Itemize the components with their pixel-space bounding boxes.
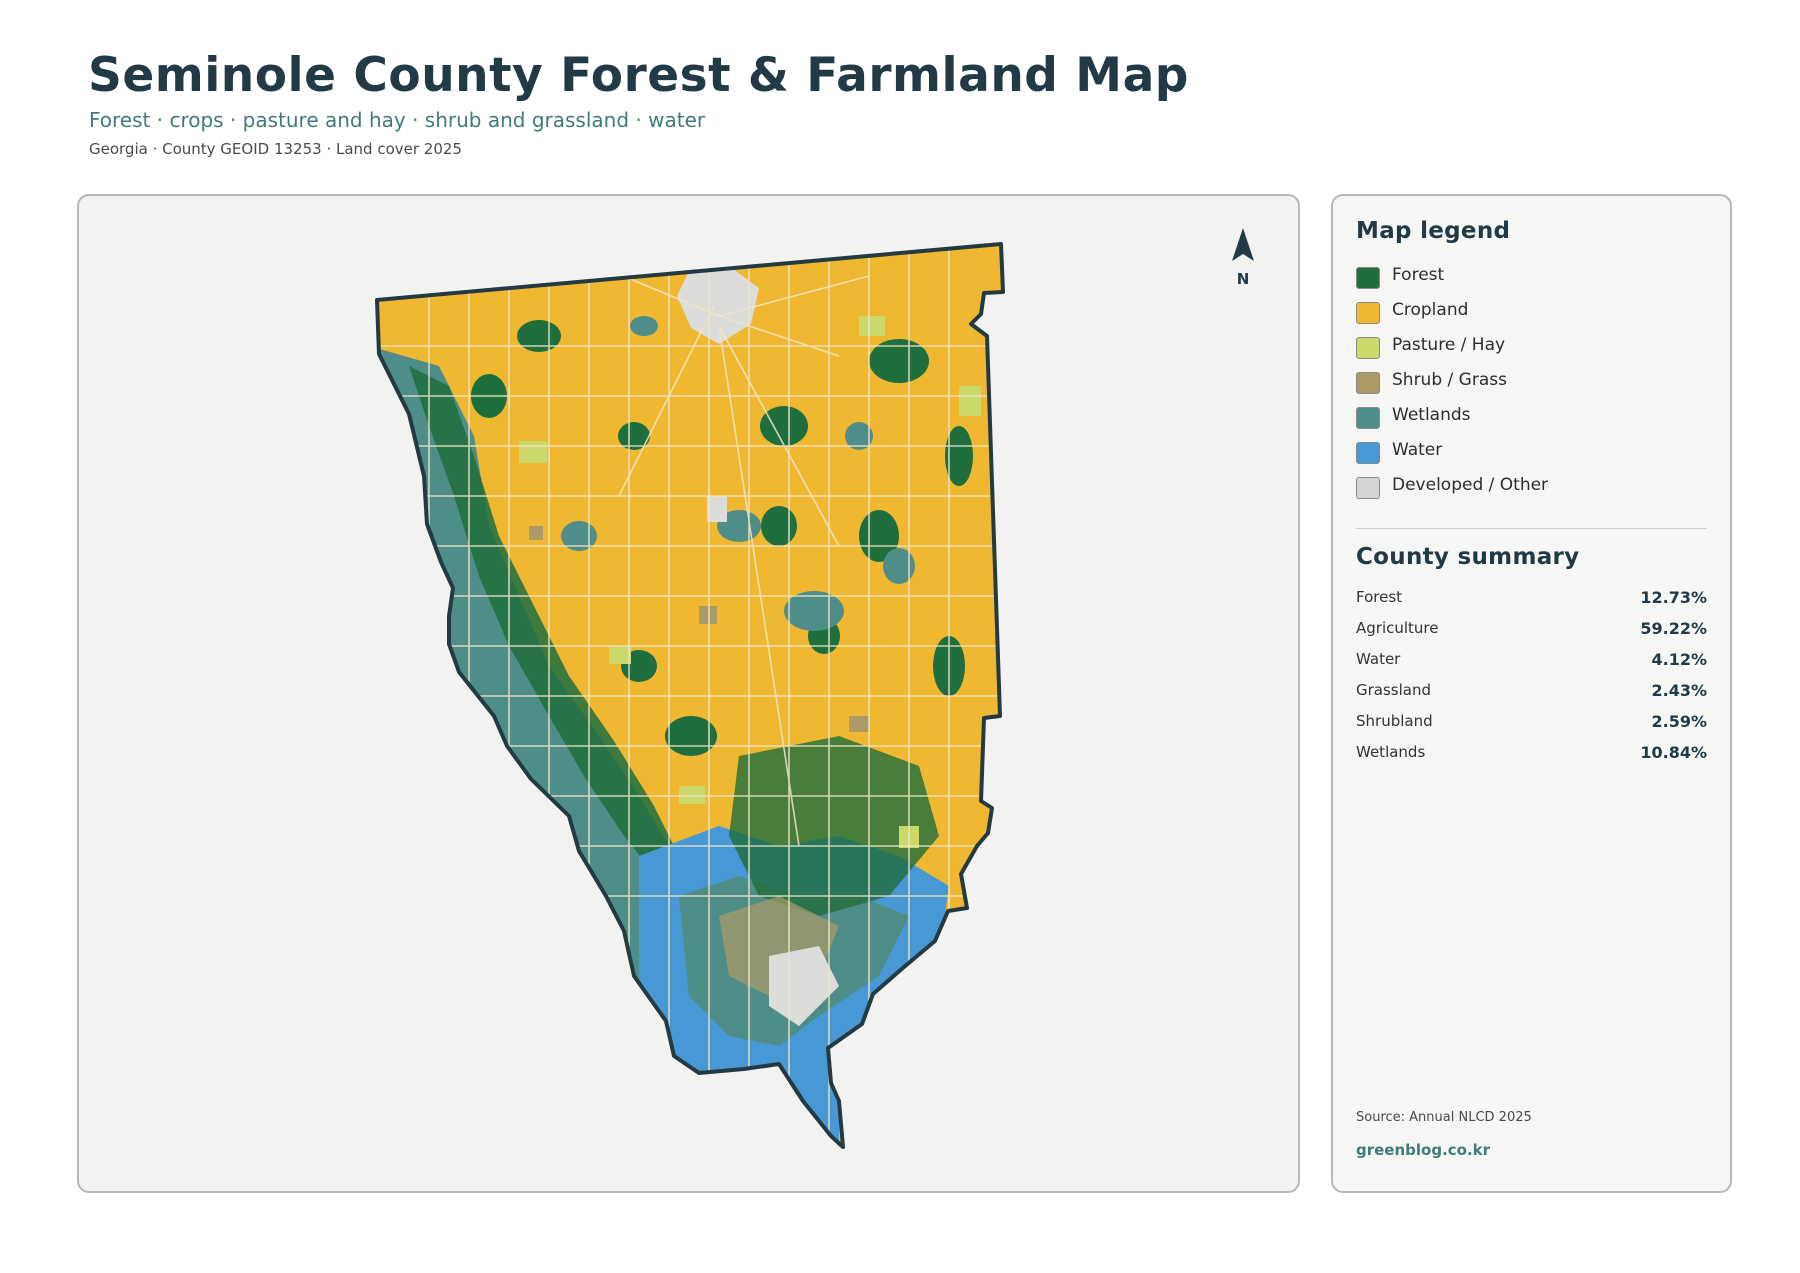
page-subtitle: Forest · crops · pasture and hay · shrub… <box>89 108 706 132</box>
pasture-patch <box>519 441 547 463</box>
legend-swatch <box>1356 267 1380 289</box>
forest-patch <box>517 320 561 352</box>
legend-label: Water <box>1392 440 1443 460</box>
north-arrow: N <box>1228 226 1258 288</box>
summary-title: County summary <box>1356 544 1580 570</box>
developed-patch <box>707 496 727 522</box>
shrub-patch <box>529 526 543 540</box>
legend-swatch <box>1356 477 1380 499</box>
pasture-patch <box>679 786 705 804</box>
wetlands-patch <box>784 591 844 631</box>
summary-row-agriculture: Agriculture 59.22% <box>1356 619 1707 650</box>
north-arrow-icon <box>1232 228 1254 261</box>
summary-row-wetlands: Wetlands 10.84% <box>1356 743 1707 774</box>
summary-value: 12.73% <box>1640 588 1707 607</box>
county-land-cover-map[interactable] <box>79 196 1300 1193</box>
legend-item-cropland: Cropland <box>1356 300 1707 335</box>
summary-value: 10.84% <box>1640 743 1707 762</box>
legend-label: Developed / Other <box>1392 475 1549 495</box>
pasture-patch <box>859 316 885 336</box>
summary-value: 2.43% <box>1651 681 1707 700</box>
site-link[interactable]: greenblog.co.kr <box>1356 1141 1490 1159</box>
map-panel[interactable]: N <box>77 194 1300 1193</box>
legend-item-developed: Developed / Other <box>1356 475 1707 510</box>
north-label: N <box>1236 270 1250 288</box>
summary-label: Agriculture <box>1356 619 1439 637</box>
legend-item-wetlands: Wetlands <box>1356 405 1707 440</box>
summary-row-forest: Forest 12.73% <box>1356 588 1707 619</box>
page-title: Seminole County Forest & Farmland Map <box>88 48 1189 103</box>
page-meta: Georgia · County GEOID 13253 · Land cove… <box>89 140 462 158</box>
summary-row-water: Water 4.12% <box>1356 650 1707 681</box>
legend-title: Map legend <box>1356 218 1511 244</box>
summary-label: Wetlands <box>1356 743 1426 761</box>
legend-item-forest: Forest <box>1356 265 1707 300</box>
shrub-patch <box>699 606 717 624</box>
legend-label: Pasture / Hay <box>1392 335 1506 355</box>
summary-label: Shrubland <box>1356 712 1433 730</box>
summary-value: 59.22% <box>1640 619 1707 638</box>
legend-label: Wetlands <box>1392 405 1471 425</box>
forest-patch <box>761 506 797 546</box>
legend-swatch <box>1356 302 1380 324</box>
summary-list: Forest 12.73% Agriculture 59.22% Water 4… <box>1356 588 1707 774</box>
legend-swatch <box>1356 442 1380 464</box>
pasture-patch <box>609 646 631 664</box>
legend-list: Forest Cropland Pasture / Hay Shrub / Gr… <box>1356 265 1707 510</box>
legend-item-water: Water <box>1356 440 1707 475</box>
wetlands-patch <box>630 316 658 336</box>
legend-label: Forest <box>1392 265 1445 285</box>
pasture-patch <box>959 386 981 416</box>
summary-row-shrubland: Shrubland 2.59% <box>1356 712 1707 743</box>
side-panel: Map legend Forest Cropland Pasture / Hay… <box>1331 194 1732 1193</box>
legend-item-shrub: Shrub / Grass <box>1356 370 1707 405</box>
shrub-patch <box>849 716 869 732</box>
legend-swatch <box>1356 337 1380 359</box>
forest-patch <box>760 406 808 446</box>
summary-value: 2.59% <box>1651 712 1707 731</box>
wetlands-patch <box>883 548 915 584</box>
divider <box>1356 528 1707 529</box>
summary-value: 4.12% <box>1651 650 1707 669</box>
summary-row-grassland: Grassland 2.43% <box>1356 681 1707 712</box>
legend-swatch <box>1356 407 1380 429</box>
source-note: Source: Annual NLCD 2025 <box>1356 1110 1532 1125</box>
legend-swatch <box>1356 372 1380 394</box>
summary-label: Grassland <box>1356 681 1431 699</box>
legend-label: Shrub / Grass <box>1392 370 1507 390</box>
summary-label: Forest <box>1356 588 1403 606</box>
summary-label: Water <box>1356 650 1401 668</box>
legend-label: Cropland <box>1392 300 1469 320</box>
legend-item-pasture: Pasture / Hay <box>1356 335 1707 370</box>
